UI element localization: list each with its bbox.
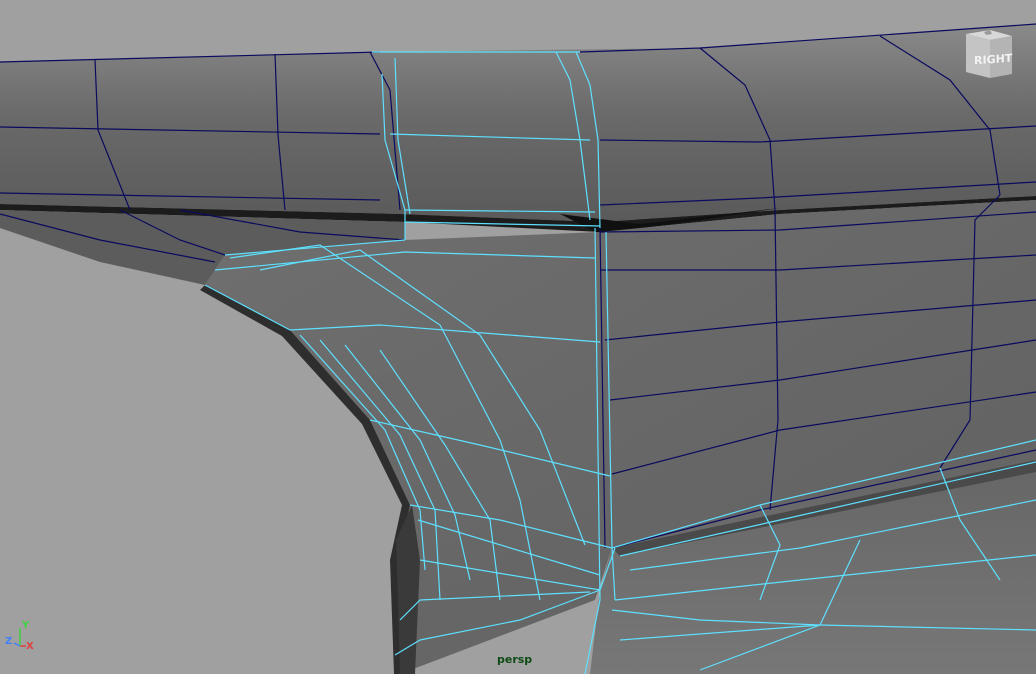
axis-z-label: Z [5, 636, 13, 647]
axis-y-label: Y [22, 620, 30, 631]
viewcube-face-label[interactable]: RIGHT [974, 52, 1012, 68]
axis-gizmo: Y X Z [4, 620, 44, 662]
mesh-wireframe-shaded[interactable] [0, 0, 1036, 674]
camera-name-label: persp [497, 653, 533, 666]
surface-upper-band [0, 24, 1036, 222]
axis-x-label: X [26, 641, 34, 652]
viewport-persp[interactable]: RIGHT persp Y X Z [0, 0, 1036, 674]
